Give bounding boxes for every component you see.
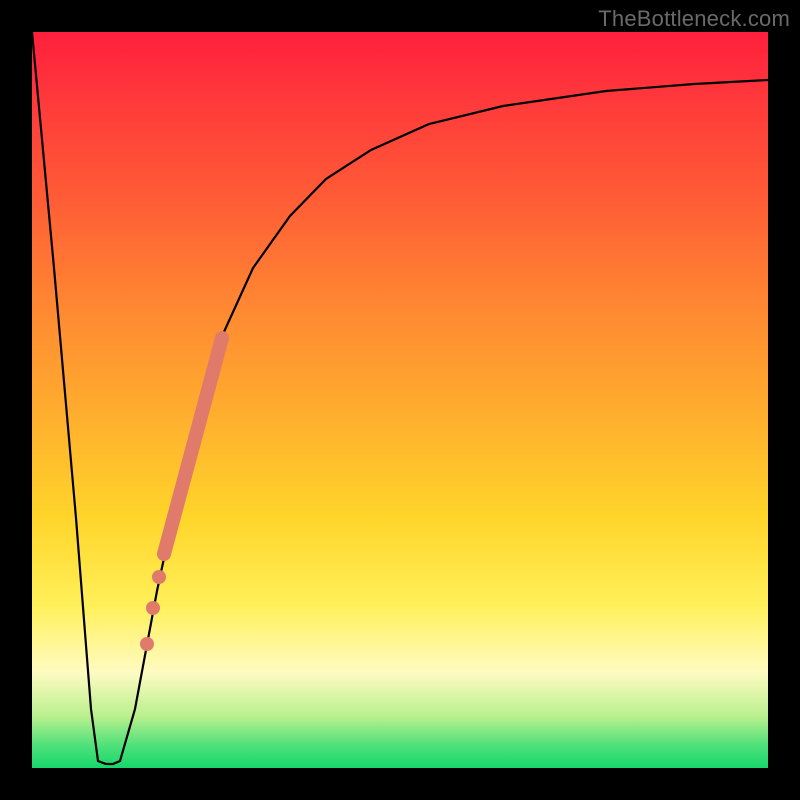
highlighted-point-3 [140,637,154,651]
highlighted-range [164,338,222,554]
highlighted-point-1 [152,570,166,584]
bottleneck-curve [32,32,768,764]
chart-svg [32,32,768,768]
chart-frame: TheBottleneck.com [0,0,800,800]
plot-area [32,32,768,768]
watermark-text: TheBottleneck.com [598,6,790,32]
highlighted-point-2 [146,601,160,615]
